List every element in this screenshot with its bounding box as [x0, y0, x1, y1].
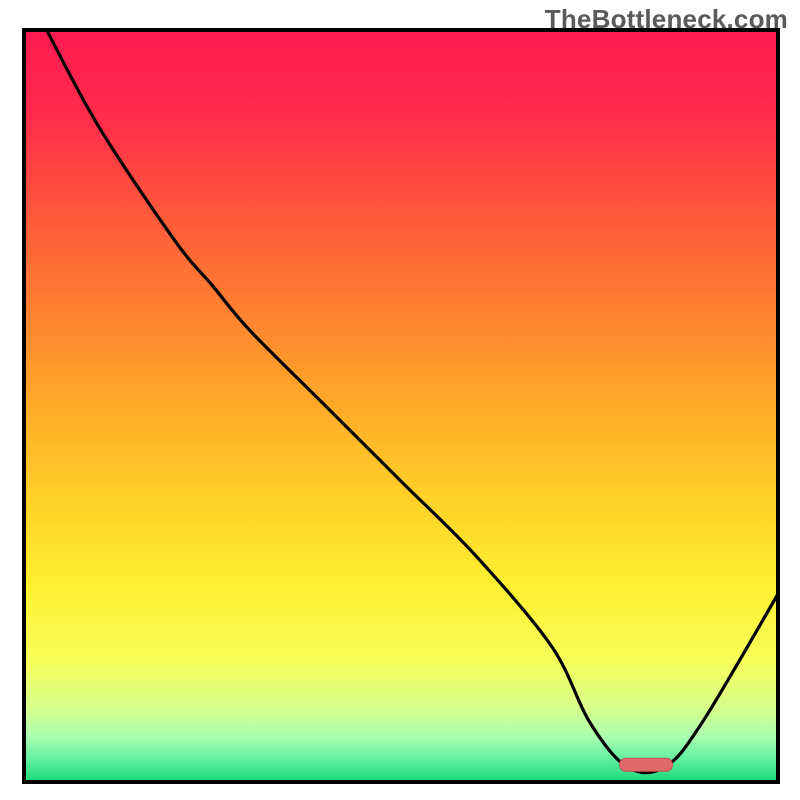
plot-background — [24, 30, 778, 782]
bottleneck-chart: TheBottleneck.com — [0, 0, 800, 800]
optimal-marker — [620, 758, 673, 771]
watermark-label: TheBottleneck.com — [545, 4, 788, 35]
chart-svg — [0, 0, 800, 800]
